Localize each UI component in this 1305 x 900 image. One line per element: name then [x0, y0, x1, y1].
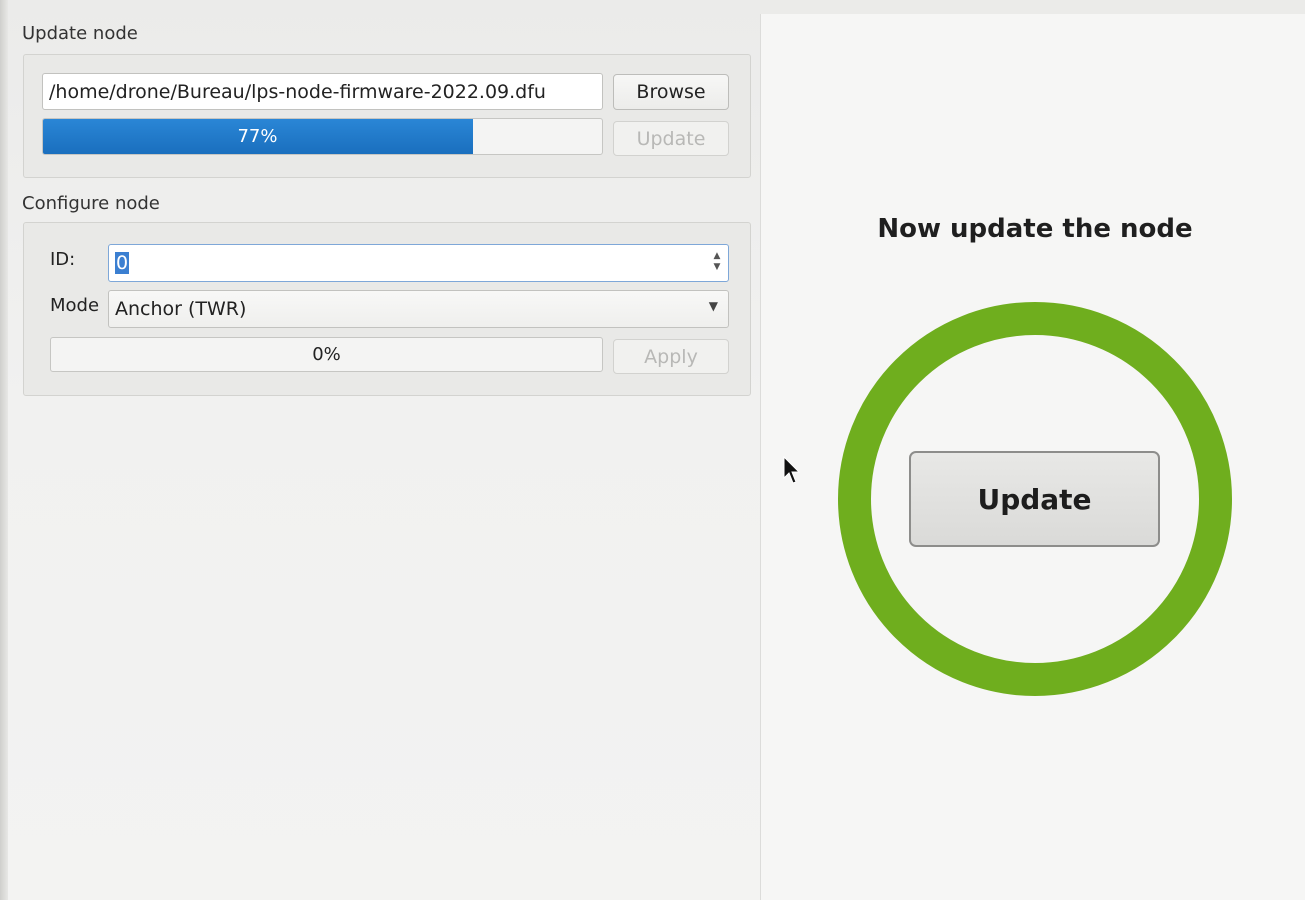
- configure-progress-text: 0%: [312, 344, 341, 365]
- update-node-title: Update node: [22, 23, 138, 44]
- firmware-progress-text: 77%: [237, 126, 278, 147]
- update-button-disabled[interactable]: Update: [613, 121, 729, 156]
- wizard-update-button[interactable]: Update: [909, 451, 1160, 547]
- spin-arrows-icon[interactable]: ▲ ▼: [710, 249, 724, 275]
- firmware-path-value: /home/drone/Bureau/lps-node-firmware-202…: [49, 80, 546, 103]
- browse-button[interactable]: Browse: [613, 74, 729, 110]
- instruction-text: Now update the node: [877, 214, 1193, 244]
- firmware-path-field[interactable]: /home/drone/Bureau/lps-node-firmware-202…: [42, 73, 603, 110]
- spin-up-icon[interactable]: ▲: [714, 251, 721, 262]
- id-label: ID:: [50, 249, 76, 270]
- id-spinbox[interactable]: 0 ▲ ▼: [108, 244, 729, 282]
- window-edge: [0, 0, 8, 900]
- mouse-pointer-icon: [783, 456, 801, 484]
- firmware-progress-bar: 77%: [42, 118, 603, 155]
- spin-down-icon[interactable]: ▼: [714, 262, 721, 273]
- id-value: 0: [115, 252, 130, 274]
- mode-value: Anchor (TWR): [115, 298, 247, 320]
- mode-label: Mode: [50, 295, 100, 316]
- apply-button[interactable]: Apply: [613, 339, 729, 374]
- configure-progress-bar: 0%: [50, 337, 603, 372]
- configure-node-title: Configure node: [22, 193, 160, 214]
- mode-combobox[interactable]: Anchor (TWR) ▼: [108, 290, 729, 328]
- chevron-down-icon: ▼: [708, 299, 718, 313]
